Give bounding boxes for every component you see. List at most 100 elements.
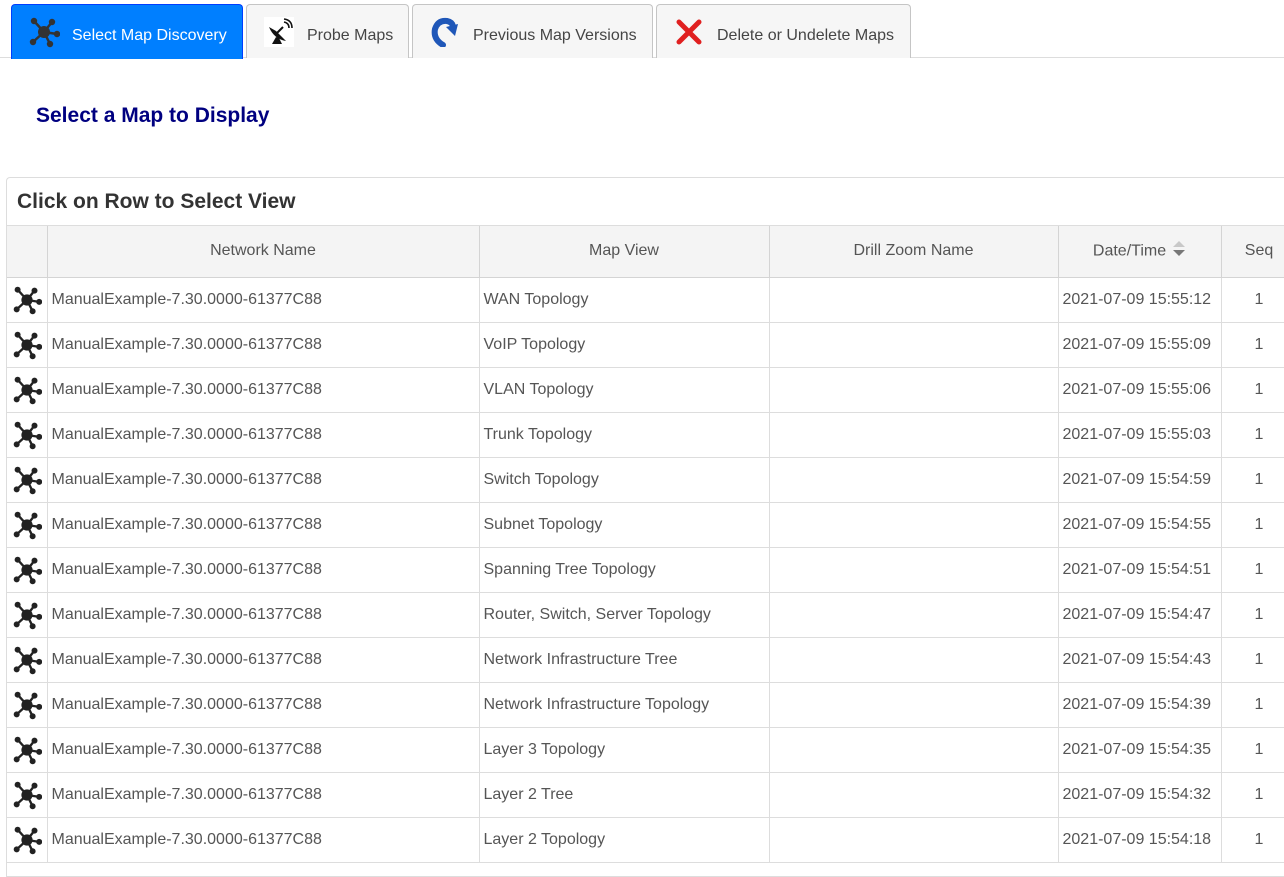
tab-previous-map-versions[interactable]: Previous Map Versions xyxy=(412,4,653,58)
table-header-row: Network Name Map View Drill Zoom Name Da… xyxy=(7,226,1284,278)
table-row[interactable]: ManualExample-7.30.0000-61377C88 Trunk T… xyxy=(7,411,1284,458)
column-header-icon xyxy=(7,226,48,278)
network-map-icon xyxy=(7,735,46,765)
drill-zoom-name-cell xyxy=(768,816,1059,863)
tab-label: Probe Maps xyxy=(307,26,394,44)
table-row[interactable]: ManualExample-7.30.0000-61377C88 WAN Top… xyxy=(7,276,1284,323)
seq-cell: 1 xyxy=(1220,276,1284,323)
column-header-network-name[interactable]: Network Name xyxy=(46,226,480,278)
seq-cell: 1 xyxy=(1220,321,1284,368)
row-icon-cell xyxy=(7,771,48,818)
network-name-cell: ManualExample-7.30.0000-61377C88 xyxy=(46,411,480,458)
map-table: Network Name Map View Drill Zoom Name Da… xyxy=(7,226,1284,863)
network-name-cell: ManualExample-7.30.0000-61377C88 xyxy=(46,771,480,818)
date-time-cell: 2021-07-09 15:55:12 xyxy=(1057,276,1222,323)
seq-cell: 1 xyxy=(1220,726,1284,773)
table-row[interactable]: ManualExample-7.30.0000-61377C88 Layer 2… xyxy=(7,771,1284,818)
network-name-cell: ManualExample-7.30.0000-61377C88 xyxy=(46,546,480,593)
row-icon-cell xyxy=(7,276,48,323)
date-time-cell: 2021-07-09 15:55:03 xyxy=(1057,411,1222,458)
network-map-icon xyxy=(7,510,46,540)
row-icon-cell xyxy=(7,636,48,683)
seq-cell: 1 xyxy=(1220,501,1284,548)
undo-arrow-icon xyxy=(429,16,461,48)
network-name-cell: ManualExample-7.30.0000-61377C88 xyxy=(46,456,480,503)
table-row[interactable]: ManualExample-7.30.0000-61377C88 Router,… xyxy=(7,591,1284,638)
network-map-icon xyxy=(7,600,46,630)
network-map-icon xyxy=(7,465,46,495)
tab-probe-maps[interactable]: Probe Maps xyxy=(246,4,409,58)
map-view-cell: Subnet Topology xyxy=(478,501,770,548)
date-time-cell: 2021-07-09 15:54:35 xyxy=(1057,726,1222,773)
tab-select-map-discovery[interactable]: Select Map Discovery xyxy=(11,4,243,59)
row-icon-cell xyxy=(7,411,48,458)
drill-zoom-name-cell xyxy=(768,771,1059,818)
map-view-cell: WAN Topology xyxy=(478,276,770,323)
tab-bar: Select Map Discovery Probe Maps Previous… xyxy=(0,0,1284,59)
date-time-cell: 2021-07-09 15:54:47 xyxy=(1057,591,1222,638)
drill-zoom-name-cell xyxy=(768,591,1059,638)
map-view-cell: Trunk Topology xyxy=(478,411,770,458)
map-view-cell: Network Infrastructure Topology xyxy=(478,681,770,728)
column-header-map-view[interactable]: Map View xyxy=(478,226,770,278)
seq-cell: 1 xyxy=(1220,366,1284,413)
column-header-drill-zoom-name[interactable]: Drill Zoom Name xyxy=(768,226,1059,278)
map-view-cell: Layer 2 Tree xyxy=(478,771,770,818)
sort-icon[interactable] xyxy=(1172,240,1186,263)
table-row[interactable]: ManualExample-7.30.0000-61377C88 Layer 2… xyxy=(7,816,1284,863)
table-row[interactable]: ManualExample-7.30.0000-61377C88 Spannin… xyxy=(7,546,1284,593)
date-time-cell: 2021-07-09 15:54:55 xyxy=(1057,501,1222,548)
seq-cell: 1 xyxy=(1220,681,1284,728)
date-time-cell: 2021-07-09 15:54:51 xyxy=(1057,546,1222,593)
network-map-icon xyxy=(7,555,46,585)
satellite-dish-icon xyxy=(263,16,295,48)
map-view-cell: Switch Topology xyxy=(478,456,770,503)
table-row[interactable]: ManualExample-7.30.0000-61377C88 Switch … xyxy=(7,456,1284,503)
red-x-icon xyxy=(673,16,705,48)
network-name-cell: ManualExample-7.30.0000-61377C88 xyxy=(46,636,480,683)
date-time-cell: 2021-07-09 15:54:59 xyxy=(1057,456,1222,503)
table-caption: Click on Row to Select View xyxy=(7,178,1284,226)
map-view-cell: Spanning Tree Topology xyxy=(478,546,770,593)
drill-zoom-name-cell xyxy=(768,276,1059,323)
table-row[interactable]: ManualExample-7.30.0000-61377C88 Subnet … xyxy=(7,501,1284,548)
table-row[interactable]: ManualExample-7.30.0000-61377C88 Network… xyxy=(7,636,1284,683)
network-map-icon xyxy=(7,780,46,810)
network-name-cell: ManualExample-7.30.0000-61377C88 xyxy=(46,366,480,413)
tab-label: Delete or Undelete Maps xyxy=(717,26,894,44)
map-view-cell: Layer 2 Topology xyxy=(478,816,770,863)
column-header-seq[interactable]: Seq xyxy=(1220,226,1284,278)
table-row[interactable]: ManualExample-7.30.0000-61377C88 VLAN To… xyxy=(7,366,1284,413)
tab-delete-or-undelete-maps[interactable]: Delete or Undelete Maps xyxy=(656,4,911,58)
network-map-icon xyxy=(28,16,60,48)
network-name-cell: ManualExample-7.30.0000-61377C88 xyxy=(46,501,480,548)
table-row[interactable]: ManualExample-7.30.0000-61377C88 Network… xyxy=(7,681,1284,728)
network-map-icon xyxy=(7,285,46,315)
map-view-cell: VLAN Topology xyxy=(478,366,770,413)
seq-cell: 1 xyxy=(1220,591,1284,638)
seq-cell: 1 xyxy=(1220,546,1284,593)
row-icon-cell xyxy=(7,726,48,773)
row-icon-cell xyxy=(7,816,48,863)
drill-zoom-name-cell xyxy=(768,501,1059,548)
date-time-cell: 2021-07-09 15:54:32 xyxy=(1057,771,1222,818)
table-row[interactable]: ManualExample-7.30.0000-61377C88 Layer 3… xyxy=(7,726,1284,773)
seq-cell: 1 xyxy=(1220,636,1284,683)
date-time-cell: 2021-07-09 15:55:06 xyxy=(1057,366,1222,413)
column-header-date-time[interactable]: Date/Time xyxy=(1057,226,1222,278)
row-icon-cell xyxy=(7,546,48,593)
seq-cell: 1 xyxy=(1220,771,1284,818)
network-map-icon xyxy=(7,330,46,360)
network-name-cell: ManualExample-7.30.0000-61377C88 xyxy=(46,816,480,863)
drill-zoom-name-cell xyxy=(768,411,1059,458)
drill-zoom-name-cell xyxy=(768,726,1059,773)
network-name-cell: ManualExample-7.30.0000-61377C88 xyxy=(46,321,480,368)
row-icon-cell xyxy=(7,456,48,503)
page-title: Select a Map to Display xyxy=(36,104,270,127)
row-icon-cell xyxy=(7,501,48,548)
table-row[interactable]: ManualExample-7.30.0000-61377C88 VoIP To… xyxy=(7,321,1284,368)
network-map-icon xyxy=(7,420,46,450)
row-icon-cell xyxy=(7,366,48,413)
drill-zoom-name-cell xyxy=(768,321,1059,368)
map-view-cell: Network Infrastructure Tree xyxy=(478,636,770,683)
